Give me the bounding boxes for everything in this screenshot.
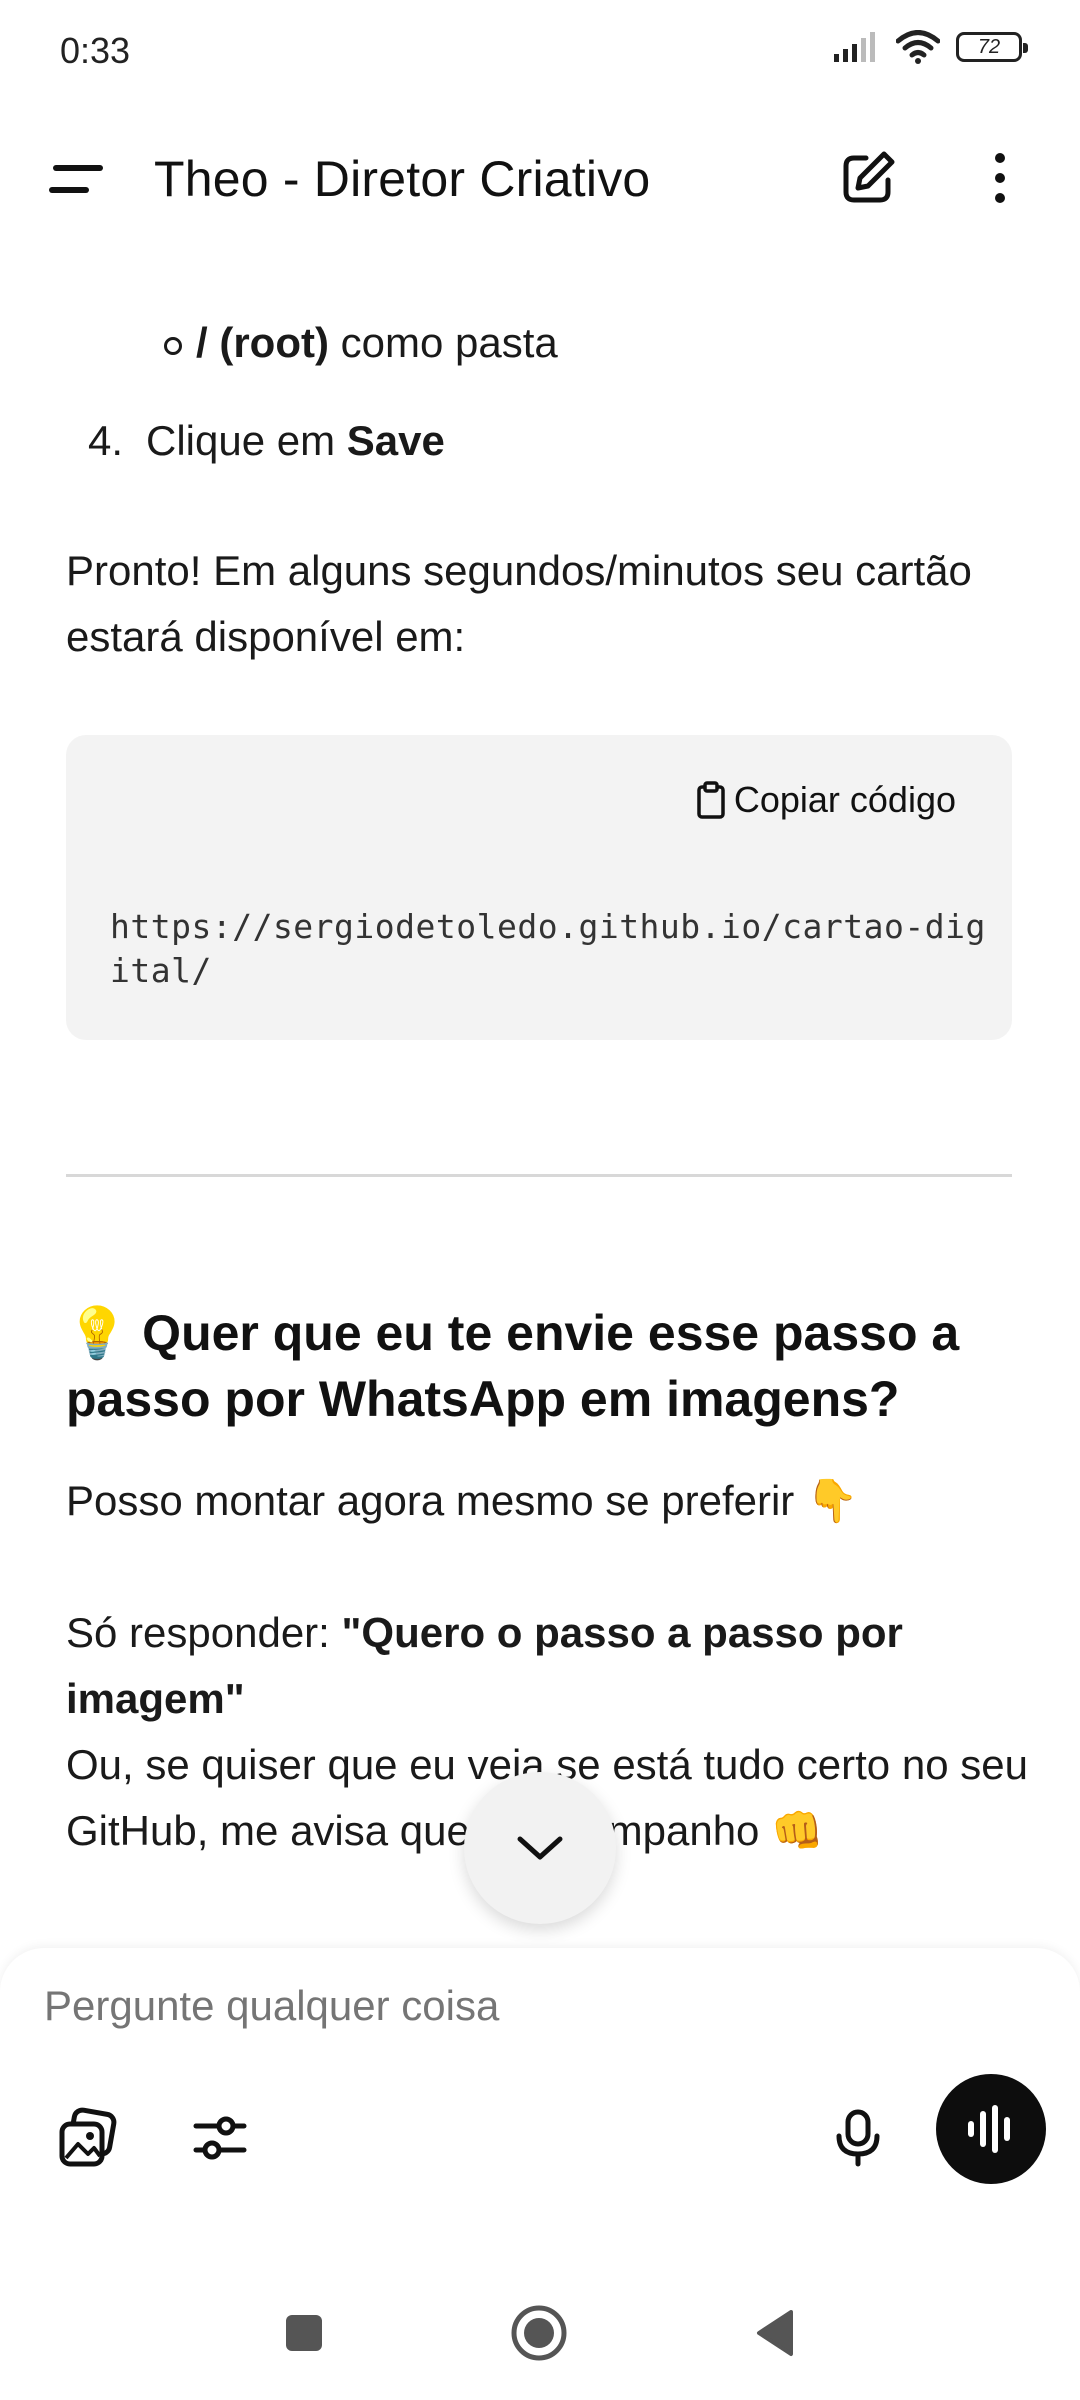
status-bar: 0:33 72 bbox=[0, 0, 1080, 100]
recents-button[interactable] bbox=[269, 2298, 339, 2368]
reply-prefix: Só responder: bbox=[66, 1609, 342, 1656]
fist-bump-icon: 👊 bbox=[771, 1807, 824, 1854]
offer-paragraph: Posso montar agora mesmo se preferir 👇 bbox=[66, 1468, 1046, 1534]
code-block: Copiar código https://sergiodetoledo.git… bbox=[66, 735, 1012, 1040]
microphone-icon bbox=[836, 2109, 880, 2167]
edit-icon bbox=[843, 151, 895, 203]
sub-bullet-bold: / (root) bbox=[196, 319, 329, 366]
ready-paragraph: Pronto! Em alguns segundos/minutos seu c… bbox=[66, 547, 972, 660]
more-vertical-icon bbox=[995, 153, 1005, 203]
divider bbox=[66, 1174, 1012, 1177]
image-gallery-icon bbox=[59, 2107, 117, 2167]
bullet-circle bbox=[164, 336, 182, 355]
scroll-down-button[interactable] bbox=[464, 1772, 616, 1924]
menu-icon bbox=[49, 165, 103, 193]
prompt-input[interactable] bbox=[44, 1982, 944, 2030]
recents-icon bbox=[286, 2315, 322, 2351]
attach-image-button[interactable] bbox=[48, 2098, 128, 2178]
status-icons: 72 bbox=[834, 30, 1028, 64]
step-bold: Save bbox=[346, 417, 445, 464]
home-icon bbox=[511, 2305, 567, 2361]
chevron-down-icon bbox=[517, 1836, 563, 1860]
clipboard-icon bbox=[697, 781, 725, 819]
offer-heading-text: Quer que eu te envie esse passo a passo … bbox=[66, 1305, 960, 1427]
offer-text: Posso montar agora mesmo se preferir bbox=[66, 1477, 795, 1524]
more-options-button[interactable] bbox=[980, 148, 1020, 208]
wifi-icon bbox=[896, 30, 940, 64]
lightbulb-icon: 💡 bbox=[66, 1305, 129, 1361]
page-title[interactable]: Theo - Diretor Criativo bbox=[154, 150, 650, 208]
back-button[interactable] bbox=[740, 2298, 810, 2368]
chat-header: Theo - Diretor Criativo bbox=[0, 100, 1080, 260]
step-text: Clique em bbox=[146, 417, 347, 464]
composer bbox=[0, 1948, 1080, 2258]
back-icon bbox=[757, 2310, 793, 2356]
home-button[interactable] bbox=[504, 2298, 574, 2368]
voice-waveform-icon bbox=[968, 2105, 1010, 2153]
menu-button[interactable] bbox=[46, 160, 106, 200]
microphone-button[interactable] bbox=[818, 2098, 898, 2178]
offer-heading: 💡 Quer que eu te envie esse passo a pass… bbox=[66, 1300, 1026, 1432]
step-number: 4. bbox=[88, 417, 124, 464]
signal-icon bbox=[834, 32, 875, 62]
numbered-step: 4. Clique em Save bbox=[88, 408, 445, 474]
status-time: 0:33 bbox=[60, 30, 131, 71]
pointing-down-icon: 👇 bbox=[805, 1477, 859, 1524]
battery-level: 72 bbox=[977, 35, 1001, 58]
voice-mode-button[interactable] bbox=[936, 2074, 1046, 2184]
copy-code-button[interactable]: Copiar código bbox=[696, 779, 956, 821]
code-url: https://sergiodetoledo.github.io/cartao-… bbox=[110, 907, 986, 990]
sub-bullet-text: como pasta bbox=[328, 319, 558, 366]
sub-bullet-item: / (root) como pasta bbox=[164, 310, 558, 376]
copy-code-label: Copiar código bbox=[733, 779, 956, 820]
battery-icon: 72 bbox=[956, 32, 1028, 62]
system-nav-bar bbox=[0, 2258, 1080, 2400]
chat-message: / (root) como pasta 4. Clique em Save Pro… bbox=[0, 260, 1080, 1950]
tools-button[interactable] bbox=[180, 2098, 260, 2178]
new-chat-button[interactable] bbox=[838, 148, 898, 208]
sliders-icon bbox=[193, 2116, 247, 2160]
